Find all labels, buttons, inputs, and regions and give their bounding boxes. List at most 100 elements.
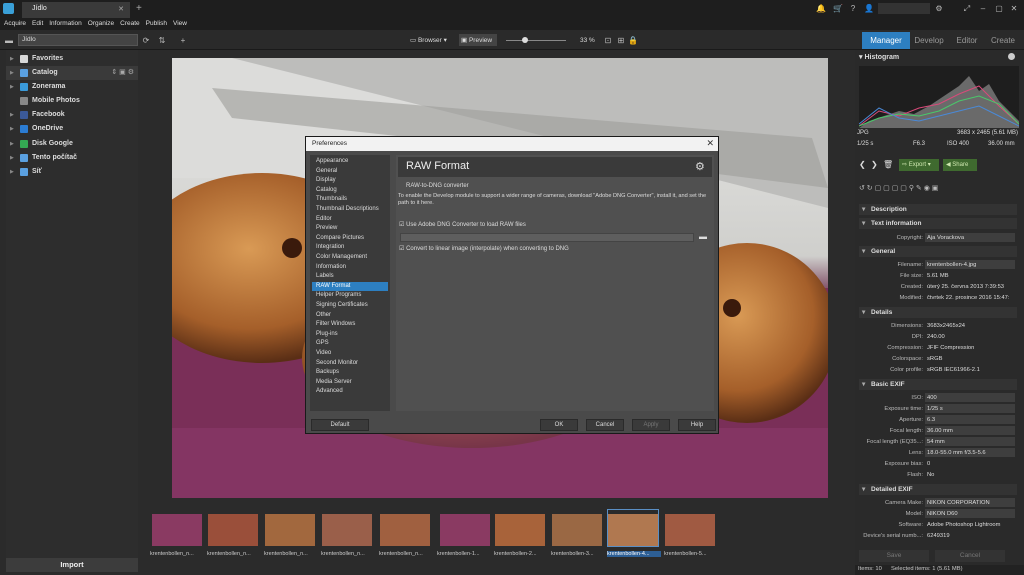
- export-button[interactable]: ⇨ Export ▾: [899, 159, 939, 171]
- category-item[interactable]: Thumbnails: [312, 195, 388, 205]
- new-folder-icon[interactable]: +: [178, 36, 188, 46]
- nav-network[interactable]: ▶ Síť: [6, 165, 138, 179]
- tab-manager[interactable]: Manager: [862, 32, 910, 49]
- prop-value[interactable]: NIKON D60: [925, 509, 1015, 518]
- category-item[interactable]: Thumbnail Descriptions: [312, 205, 388, 215]
- prop-value[interactable]: 54 mm: [925, 437, 1015, 446]
- nav-mobile-photos[interactable]: Mobile Photos: [6, 94, 138, 108]
- rotate-icons[interactable]: ↺ ↻ ▢ ▢ ▢ ▢ ⚲ ✎ ◉ ▣: [859, 184, 938, 192]
- menu-create[interactable]: Create: [120, 18, 140, 30]
- browser-button[interactable]: ▭ Browser ▾: [410, 36, 447, 44]
- category-item[interactable]: Appearance: [312, 157, 388, 167]
- section-general[interactable]: General: [859, 246, 1017, 257]
- notification-icon[interactable]: 🔔: [816, 4, 826, 14]
- category-item[interactable]: Color Management: [312, 253, 388, 263]
- preview-button[interactable]: ▣ Preview: [459, 34, 497, 46]
- account-icon[interactable]: 👤: [864, 4, 874, 14]
- nav-zonerama[interactable]: ▶ Zonerama: [6, 80, 138, 94]
- category-item[interactable]: Helper Programs: [312, 291, 388, 301]
- dng-path-input[interactable]: [400, 233, 694, 242]
- category-item[interactable]: Video: [312, 349, 388, 359]
- help-icon[interactable]: ?: [848, 4, 858, 14]
- menu-acquire[interactable]: Acquire: [4, 18, 26, 30]
- cancel-button[interactable]: Cancel: [586, 419, 624, 431]
- menu-publish[interactable]: Publish: [146, 18, 167, 30]
- tab-editor[interactable]: Editor: [950, 32, 984, 49]
- prop-value[interactable]: Aja Vorackova: [925, 233, 1015, 242]
- nav-disk-google[interactable]: ▶ Disk Google: [6, 137, 138, 151]
- section-text-information[interactable]: Text information: [859, 218, 1017, 229]
- thumbnail[interactable]: [265, 510, 315, 546]
- section-basic-exif[interactable]: Basic EXIF: [859, 379, 1017, 390]
- prop-value[interactable]: NIKON CORPORATION: [925, 498, 1015, 507]
- back-icon[interactable]: ❮: [859, 160, 866, 169]
- fullscreen-icon[interactable]: ⤢: [962, 4, 972, 14]
- cancel-edit-button[interactable]: Cancel: [935, 550, 1005, 562]
- category-item[interactable]: Filter Windows: [312, 320, 388, 330]
- category-item[interactable]: Display: [312, 176, 388, 186]
- category-item[interactable]: Editor: [312, 215, 388, 225]
- cart-icon[interactable]: 🛒: [833, 4, 843, 14]
- lock-icon[interactable]: 🔒: [628, 36, 638, 46]
- sort-icon[interactable]: ⇅: [157, 36, 167, 46]
- prop-value[interactable]: 400: [925, 393, 1015, 402]
- section-description[interactable]: Description: [859, 204, 1017, 215]
- thumbnail[interactable]: [665, 510, 715, 546]
- dng-converter-checkbox[interactable]: ☑ Use Adobe DNG Converter to load RAW fi…: [399, 221, 526, 228]
- close-icon[interactable]: ✕: [706, 138, 714, 149]
- save-button[interactable]: Save: [859, 550, 929, 562]
- nav-this-pc[interactable]: ▶ Tento počítač: [6, 151, 138, 165]
- thumbnail[interactable]: [152, 510, 202, 546]
- close-tab-icon[interactable]: ✕: [118, 5, 124, 13]
- thumbnail[interactable]: [552, 510, 602, 546]
- thumbnail[interactable]: [208, 510, 258, 546]
- path-input[interactable]: Jídlo: [18, 34, 138, 46]
- fit-icon[interactable]: ⊡: [603, 36, 613, 46]
- tab-jidlo[interactable]: Jídlo ✕: [22, 2, 130, 18]
- nav-facebook[interactable]: ▶ Facebook: [6, 108, 138, 122]
- thumbnail[interactable]: [380, 510, 430, 546]
- category-item[interactable]: Labels: [312, 272, 388, 282]
- category-item[interactable]: GPS: [312, 339, 388, 349]
- tab-create[interactable]: Create: [986, 32, 1020, 49]
- help-button[interactable]: Help: [678, 419, 716, 431]
- category-item[interactable]: Plug-ins: [312, 330, 388, 340]
- apply-button[interactable]: Apply: [632, 419, 670, 431]
- category-item[interactable]: Catalog: [312, 186, 388, 196]
- forward-icon[interactable]: ❯: [871, 160, 878, 169]
- category-item-selected[interactable]: RAW Format: [312, 281, 388, 292]
- nav-onedrive[interactable]: ▶ OneDrive: [6, 122, 138, 136]
- prop-value[interactable]: 18.0-55.0 mm f/3.5-5.6: [925, 448, 1015, 457]
- prop-value[interactable]: 36.00 mm: [925, 426, 1015, 435]
- actual-size-icon[interactable]: ⊞: [616, 36, 626, 46]
- thumbnail-selected[interactable]: [607, 509, 659, 547]
- new-tab-button[interactable]: +: [136, 3, 142, 14]
- zoom-slider-handle[interactable]: [522, 37, 528, 43]
- category-item[interactable]: Media Server: [312, 378, 388, 388]
- menu-information[interactable]: Information: [49, 18, 82, 30]
- nav-catalog[interactable]: ▶ Catalog ⇕ ▣ ⚙: [6, 66, 138, 80]
- category-item[interactable]: Advanced: [312, 387, 388, 397]
- delete-icon[interactable]: 🗑: [883, 160, 893, 169]
- share-button[interactable]: ◀ Share: [943, 159, 977, 171]
- category-item[interactable]: Preview: [312, 224, 388, 234]
- category-item[interactable]: Integration: [312, 243, 388, 253]
- category-item[interactable]: Backups: [312, 368, 388, 378]
- prop-value[interactable]: krentenbollen-4.jpg: [925, 260, 1015, 269]
- catalog-tools-icon[interactable]: ⇕ ▣ ⚙: [111, 66, 134, 80]
- menu-view[interactable]: View: [173, 18, 187, 30]
- minimize-icon[interactable]: –: [978, 4, 988, 14]
- prop-value[interactable]: 1/25 s: [925, 404, 1015, 413]
- histogram-options-icon[interactable]: [1008, 53, 1015, 60]
- folder-icon[interactable]: ▬: [4, 36, 14, 46]
- nav-favorites[interactable]: ▶ Favorites: [6, 52, 138, 66]
- menu-organize[interactable]: Organize: [88, 18, 114, 30]
- section-detailed-exif[interactable]: Detailed EXIF: [859, 484, 1017, 495]
- category-item[interactable]: Compare Pictures: [312, 234, 388, 244]
- category-item[interactable]: Signing Certificates: [312, 301, 388, 311]
- browse-folder-icon[interactable]: ▬: [699, 232, 707, 241]
- refresh-icon[interactable]: ⟳: [141, 36, 151, 46]
- default-button[interactable]: Default: [311, 419, 369, 431]
- linear-image-checkbox[interactable]: ☑ Convert to linear image (interpolate) …: [399, 245, 569, 252]
- close-window-icon[interactable]: ✕: [1009, 4, 1019, 14]
